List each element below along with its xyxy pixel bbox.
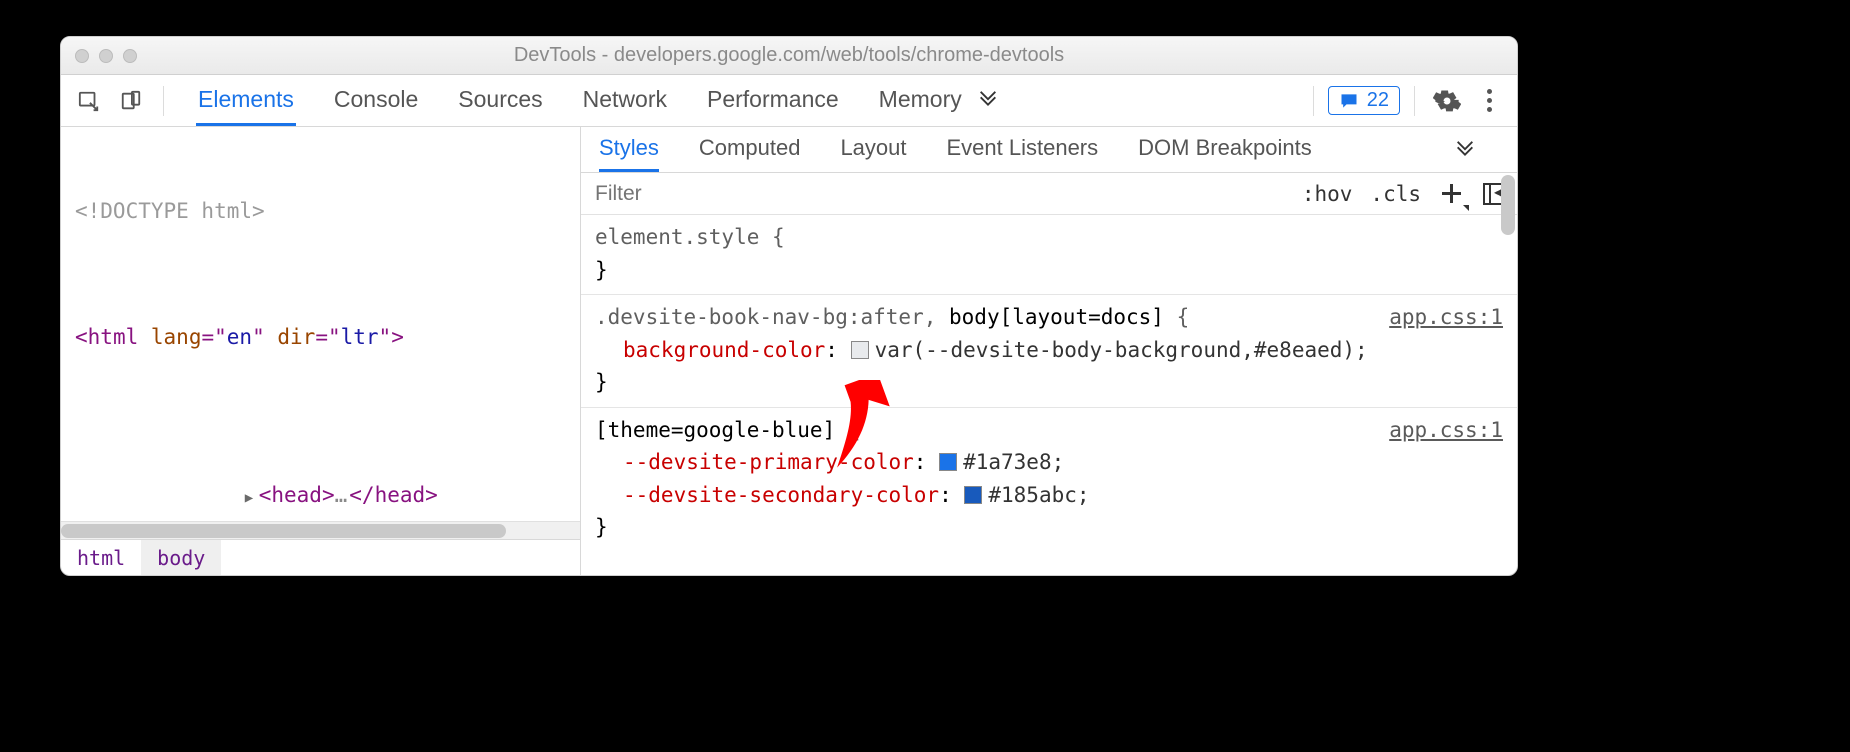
- color-swatch-icon[interactable]: [964, 486, 982, 504]
- main-toolbar: Elements Console Sources Network Performance…: [61, 75, 1517, 127]
- new-style-rule-icon[interactable]: [1439, 181, 1465, 207]
- styles-tab-computed[interactable]: Computed: [699, 127, 801, 172]
- dom-breadcrumbs: htmlbody: [61, 539, 580, 575]
- devtools-window: DevTools - developers.google.com/web/too…: [60, 36, 1518, 576]
- separator: [1313, 86, 1314, 116]
- rule-selector[interactable]: element.style {: [595, 221, 1503, 254]
- message-icon: [1339, 91, 1359, 111]
- separator: [1414, 86, 1415, 116]
- separator: [163, 86, 164, 116]
- rule-selector[interactable]: .devsite-book-nav-bg:after, body[layout=…: [595, 301, 1503, 334]
- more-tabs-chevron-icon[interactable]: [970, 83, 1006, 119]
- titlebar: DevTools - developers.google.com/web/too…: [61, 37, 1517, 75]
- scrollbar-thumb[interactable]: [61, 524, 506, 538]
- styles-tabs: Styles Computed Layout Event Listeners DOM B…: [581, 127, 1517, 173]
- style-declaration[interactable]: background-color: var(--devsite-body-bac…: [595, 334, 1503, 367]
- close-window-icon[interactable]: [75, 49, 89, 63]
- issues-count: 22: [1367, 89, 1389, 112]
- device-toolbar-icon[interactable]: [113, 83, 149, 119]
- red-arrow-annotation-icon: [810, 380, 898, 468]
- styles-tab-styles[interactable]: Styles: [599, 127, 659, 172]
- rule-close-brace: }: [595, 366, 1503, 399]
- styles-pane: Styles Computed Layout Event Listeners DOM B…: [581, 127, 1517, 575]
- tab-performance[interactable]: Performance: [705, 75, 841, 126]
- style-rule[interactable]: element.style {}: [581, 215, 1517, 295]
- dom-tree[interactable]: <!DOCTYPE html> <html lang="en" dir="ltr…: [61, 127, 580, 521]
- dom-horizontal-scrollbar[interactable]: [61, 521, 580, 539]
- minimize-window-icon[interactable]: [99, 49, 113, 63]
- tab-console[interactable]: Console: [332, 75, 420, 126]
- tab-memory[interactable]: Memory: [877, 75, 964, 126]
- tab-sources[interactable]: Sources: [456, 75, 544, 126]
- color-swatch-icon[interactable]: [851, 341, 869, 359]
- traffic-lights: [61, 49, 137, 63]
- cls-toggle[interactable]: .cls: [1370, 182, 1421, 206]
- styles-filter-input[interactable]: [581, 173, 1294, 214]
- settings-gear-icon[interactable]: [1429, 83, 1465, 119]
- breadcrumb-html[interactable]: html: [61, 540, 141, 575]
- rule-selector[interactable]: [theme=google-blue] {: [595, 414, 1503, 447]
- hov-toggle[interactable]: :hov: [1302, 182, 1353, 206]
- style-rules[interactable]: element.style {}app.css:1.devsite-book-n…: [581, 215, 1517, 575]
- html-open[interactable]: <html lang="en" dir="ltr">: [71, 322, 580, 354]
- dom-tree-pane: <!DOCTYPE html> <html lang="en" dir="ltr…: [61, 127, 581, 575]
- more-styles-tabs-chevron-icon[interactable]: [1447, 133, 1483, 169]
- issues-badge[interactable]: 22: [1328, 86, 1400, 115]
- tab-network[interactable]: Network: [581, 75, 669, 126]
- kebab-menu-icon[interactable]: [1471, 83, 1507, 119]
- styles-tab-dom-breakpoints[interactable]: DOM Breakpoints: [1138, 127, 1312, 172]
- styles-filter-bar: :hov .cls: [581, 173, 1517, 215]
- styles-tab-layout[interactable]: Layout: [840, 127, 906, 172]
- head-collapsed[interactable]: <head>…</head>: [71, 448, 580, 521]
- style-rule[interactable]: app.css:1.devsite-book-nav-bg:after, bod…: [581, 295, 1517, 408]
- zoom-window-icon[interactable]: [123, 49, 137, 63]
- style-declaration[interactable]: --devsite-primary-color: #1a73e8;: [595, 446, 1503, 479]
- color-swatch-icon[interactable]: [939, 453, 957, 471]
- window-title: DevTools - developers.google.com/web/too…: [61, 44, 1517, 67]
- doctype: <!DOCTYPE html>: [71, 196, 580, 228]
- rule-close-brace: }: [595, 511, 1503, 544]
- rule-source-link[interactable]: app.css:1: [1389, 301, 1503, 334]
- breadcrumb-body[interactable]: body: [141, 540, 221, 575]
- style-declaration[interactable]: --devsite-secondary-color: #185abc;: [595, 479, 1503, 512]
- rule-close-brace: }: [595, 254, 1503, 287]
- style-rule[interactable]: app.css:1[theme=google-blue] {--devsite-…: [581, 408, 1517, 552]
- tab-elements[interactable]: Elements: [196, 75, 296, 126]
- styles-tab-event-listeners[interactable]: Event Listeners: [947, 127, 1099, 172]
- panes: <!DOCTYPE html> <html lang="en" dir="ltr…: [61, 127, 1517, 575]
- rule-source-link[interactable]: app.css:1: [1389, 414, 1503, 447]
- scrollbar-thumb[interactable]: [1501, 175, 1515, 235]
- styles-vertical-scrollbar[interactable]: [1501, 175, 1515, 569]
- main-tabs: Elements Console Sources Network Performance…: [178, 75, 964, 126]
- inspect-element-icon[interactable]: [71, 83, 107, 119]
